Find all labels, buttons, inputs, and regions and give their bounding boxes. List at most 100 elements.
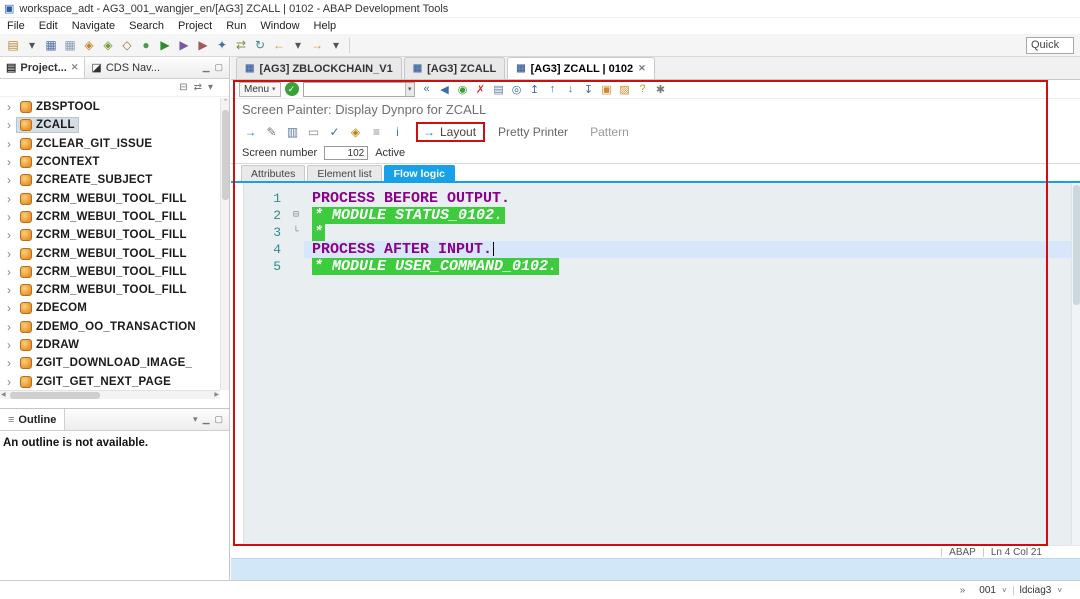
expand-arrow-icon[interactable]: › bbox=[7, 321, 17, 333]
tree-item[interactable]: › ZDRAW bbox=[0, 336, 220, 354]
tree-item[interactable]: › ZCLEAR_GIT_ISSUE bbox=[0, 135, 220, 153]
expand-arrow-icon[interactable]: › bbox=[7, 302, 17, 314]
where-used-icon[interactable]: ◈ bbox=[347, 123, 364, 140]
next-page-icon[interactable]: ↓ bbox=[563, 81, 579, 97]
sort-icon[interactable]: ≡ bbox=[368, 123, 385, 140]
scroll-left-icon[interactable]: ◀ bbox=[1, 391, 6, 400]
layout-button[interactable]: → Layout bbox=[416, 121, 486, 142]
code-line[interactable]: 3 └ * bbox=[244, 224, 1071, 241]
cancel-icon[interactable]: ✗ bbox=[473, 81, 489, 97]
screen-number-input[interactable]: 102 bbox=[324, 146, 369, 160]
new-session-icon[interactable]: ▣ bbox=[599, 81, 615, 97]
maximize-icon[interactable]: ▢ bbox=[214, 62, 223, 73]
editor-tab[interactable]: ▦ [AG3] ZCALL ✕ bbox=[403, 57, 506, 79]
expand-arrow-icon[interactable]: › bbox=[7, 376, 17, 388]
code-line-content[interactable]: * MODULE STATUS_0102. bbox=[304, 207, 1071, 224]
create-shortcut-icon[interactable]: ▨ bbox=[617, 81, 633, 97]
activate-icon[interactable]: ◈ bbox=[80, 36, 98, 54]
chevron-down-icon[interactable]: ˅ bbox=[1057, 586, 1062, 595]
tree-item[interactable]: › ZBSPTOOL bbox=[0, 98, 220, 116]
tree-item[interactable]: › ZCRM_WEBUI_TOOL_FILL bbox=[0, 263, 220, 281]
editor-tab[interactable]: ▦ [AG3] ZBLOCKCHAIN_V1 ✕ bbox=[236, 57, 402, 79]
previous-page-icon[interactable]: ↑ bbox=[545, 81, 561, 97]
scrollbar-thumb[interactable] bbox=[10, 392, 100, 399]
info-icon[interactable]: i bbox=[389, 123, 406, 140]
mass-activate-icon[interactable]: ◈ bbox=[99, 36, 117, 54]
collapse-icon[interactable]: « bbox=[419, 81, 435, 97]
pattern-button[interactable]: Pattern bbox=[581, 125, 638, 139]
new-wizard-icon[interactable]: ▤ bbox=[4, 36, 22, 54]
expand-arrow-icon[interactable]: › bbox=[7, 119, 17, 131]
inactive-objects-icon[interactable]: ◇ bbox=[118, 36, 136, 54]
expand-arrow-icon[interactable]: › bbox=[7, 156, 17, 168]
menu-item[interactable]: Run bbox=[219, 19, 253, 33]
expand-arrow-icon[interactable]: › bbox=[7, 248, 17, 260]
system-indicator[interactable]: 001 bbox=[979, 585, 996, 596]
code-line-content[interactable]: PROCESS AFTER INPUT. bbox=[304, 241, 1071, 258]
server-indicator[interactable]: ldciag3 bbox=[1020, 585, 1052, 596]
fold-marker-icon[interactable]: └ bbox=[288, 224, 304, 241]
run-icon[interactable]: ▶ bbox=[156, 36, 174, 54]
save-all-icon[interactable]: ▦ bbox=[61, 36, 79, 54]
last-page-icon[interactable]: ↧ bbox=[581, 81, 597, 97]
fold-marker-icon[interactable]: ⊟ bbox=[288, 207, 304, 224]
tab-outline[interactable]: ≡ Outline bbox=[0, 409, 66, 430]
link-with-editor-icon[interactable]: ⇄ bbox=[232, 36, 250, 54]
expand-arrow-icon[interactable]: › bbox=[7, 339, 17, 351]
refresh-icon[interactable]: ↻ bbox=[251, 36, 269, 54]
tree-item[interactable]: › ZCRM_WEBUI_TOOL_FILL bbox=[0, 244, 220, 262]
tree-item[interactable]: › ZGIT_GET_NEXT_PAGE bbox=[0, 372, 220, 390]
coverage-icon[interactable]: ▶ bbox=[194, 36, 212, 54]
pretty-printer-button[interactable]: Pretty Printer bbox=[489, 125, 577, 139]
code-line[interactable]: 2 ⊟ * MODULE STATUS_0102. bbox=[244, 207, 1071, 224]
find-icon[interactable]: ◎ bbox=[509, 81, 525, 97]
enter-button[interactable]: ✓ bbox=[284, 82, 299, 96]
menu-item[interactable]: Edit bbox=[32, 19, 65, 33]
close-icon[interactable]: ✕ bbox=[638, 63, 646, 74]
scrollbar-thumb[interactable] bbox=[222, 110, 229, 200]
menu-item[interactable]: Search bbox=[122, 19, 171, 33]
tab-attributes[interactable]: Attributes bbox=[241, 165, 306, 181]
menu-item[interactable]: Project bbox=[171, 19, 219, 33]
quick-access-input[interactable]: Quick bbox=[1026, 36, 1074, 54]
delete-icon[interactable]: ▭ bbox=[305, 123, 322, 140]
tree-horizontal-scrollbar[interactable]: ◀ ▶ bbox=[0, 390, 220, 399]
new-abap-object-icon[interactable]: ✦ bbox=[213, 36, 231, 54]
tree-item[interactable]: › ZCALL bbox=[0, 116, 220, 134]
sapgui-menu-button[interactable]: Menu ▾ bbox=[239, 81, 281, 97]
forward-dropdown-icon[interactable]: ▾ bbox=[327, 36, 345, 54]
back-icon[interactable]: ← bbox=[270, 36, 288, 54]
tree-item[interactable]: › ZCRM_WEBUI_TOOL_FILL bbox=[0, 281, 220, 299]
tree-item[interactable]: › ZGIT_DOWNLOAD_IMAGE_ bbox=[0, 354, 220, 372]
back-icon[interactable]: ◀ bbox=[437, 81, 453, 97]
code-line[interactable]: 5 * MODULE USER_COMMAND_0102. bbox=[244, 258, 1071, 275]
command-field[interactable]: ▾ bbox=[302, 81, 415, 97]
expand-arrow-icon[interactable]: › bbox=[7, 101, 17, 113]
menu-item[interactable]: Help bbox=[307, 19, 344, 33]
expand-arrow-icon[interactable]: › bbox=[7, 266, 17, 278]
exit-icon[interactable]: ◉ bbox=[455, 81, 471, 97]
tab-cds-navigator[interactable]: ◪ CDS Nav... ✕ bbox=[85, 57, 166, 78]
tree-item[interactable]: › ZCRM_WEBUI_TOOL_FILL bbox=[0, 189, 220, 207]
menu-item[interactable]: File bbox=[0, 19, 32, 33]
code-line-content[interactable]: * bbox=[304, 224, 1071, 241]
first-page-icon[interactable]: ↥ bbox=[527, 81, 543, 97]
view-menu-icon[interactable]: ▾ bbox=[193, 414, 198, 425]
print-icon[interactable]: ▤ bbox=[491, 81, 507, 97]
code-line-content[interactable]: * MODULE USER_COMMAND_0102. bbox=[304, 258, 1071, 275]
tab-project-explorer[interactable]: ▤ Project... ✕ bbox=[0, 57, 86, 78]
tree-item[interactable]: › ZCRM_WEBUI_TOOL_FILL bbox=[0, 208, 220, 226]
tab-flow-logic[interactable]: Flow logic bbox=[383, 165, 455, 181]
code-line[interactable]: 1 PROCESS BEFORE OUTPUT. bbox=[244, 190, 1071, 207]
scrollbar-thumb[interactable] bbox=[1073, 185, 1080, 305]
expand-arrow-icon[interactable]: › bbox=[7, 229, 17, 241]
tree-item[interactable]: › ZDEMO_OO_TRANSACTION bbox=[0, 318, 220, 336]
expand-arrow-icon[interactable]: › bbox=[7, 357, 17, 369]
menu-item[interactable]: Navigate bbox=[65, 19, 122, 33]
close-icon[interactable]: ✕ bbox=[71, 62, 79, 73]
customize-icon[interactable]: ✱ bbox=[653, 81, 669, 97]
overflow-chevron-icon[interactable]: » bbox=[960, 585, 966, 596]
expand-arrow-icon[interactable]: › bbox=[7, 284, 17, 296]
editor-tab[interactable]: ▦ [AG3] ZCALL | 0102 ✕ bbox=[507, 57, 655, 79]
display-modify-icon[interactable]: ✎ bbox=[263, 123, 280, 140]
